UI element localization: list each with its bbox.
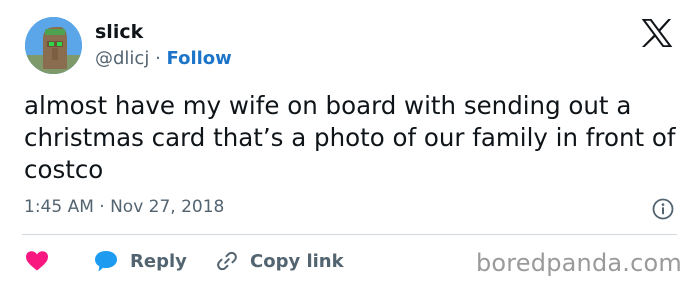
handle-row: @dlicj · Follow	[95, 48, 232, 69]
follow-link[interactable]: Follow	[167, 48, 232, 69]
user-handle[interactable]: @dlicj	[95, 48, 149, 69]
reply-label: Reply	[130, 250, 187, 272]
info-icon[interactable]	[652, 198, 674, 220]
display-name[interactable]: slick	[95, 21, 143, 43]
watermark: boredpanda.com	[475, 249, 682, 277]
copy-link-button[interactable]: Copy link	[215, 247, 344, 275]
x-logo-icon[interactable]	[641, 18, 673, 48]
like-button[interactable]	[25, 247, 49, 275]
divider	[22, 234, 677, 235]
avatar[interactable]	[25, 17, 82, 74]
copy-link-label: Copy link	[250, 250, 344, 272]
link-icon	[217, 251, 237, 271]
moai-avatar-image	[25, 17, 82, 74]
tweet-text: almost have my wife on board with sendin…	[24, 91, 676, 184]
tweet-timestamp[interactable]: 1:45 AM · Nov 27, 2018	[24, 197, 224, 217]
separator-dot: ·	[155, 48, 161, 69]
reply-button[interactable]: Reply	[93, 247, 187, 275]
heart-icon	[26, 251, 48, 271]
reply-bubble-icon	[95, 251, 117, 272]
